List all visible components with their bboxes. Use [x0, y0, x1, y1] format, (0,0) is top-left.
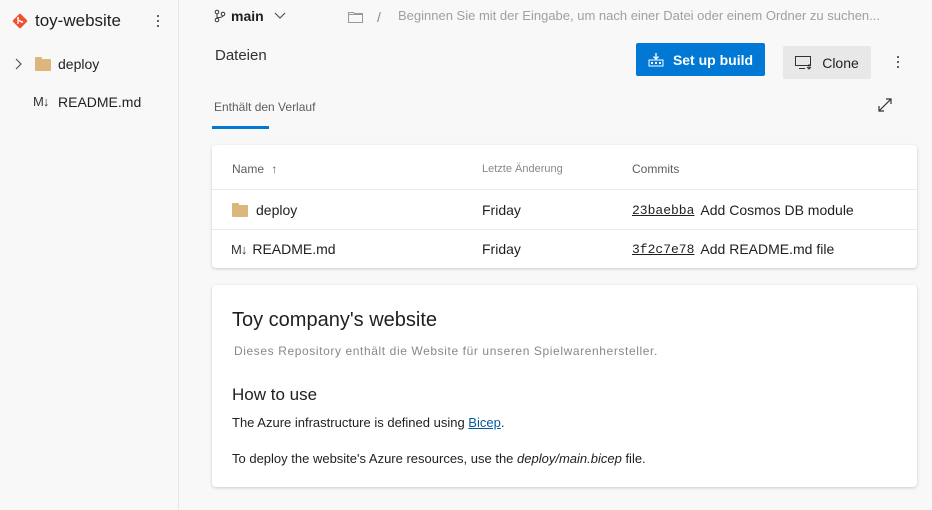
- more-actions-icon[interactable]: [888, 51, 908, 73]
- row-changed: Friday: [482, 241, 521, 257]
- git-repo-icon: [12, 13, 28, 29]
- readme-paragraph: The Azure infrastructure is defined usin…: [232, 415, 504, 430]
- branch-icon: [214, 9, 226, 23]
- file-search-input[interactable]: [398, 8, 918, 23]
- readme-description: Dieses Repository enthält die Website fü…: [234, 344, 658, 358]
- sidebar: toy-website deploy M↓ README.md: [0, 0, 179, 510]
- column-header-changed[interactable]: Letzte Änderung: [482, 163, 563, 175]
- topbar: main /: [180, 0, 932, 36]
- build-icon: [648, 52, 664, 66]
- commit-message: Add Cosmos DB module: [700, 202, 854, 218]
- text: file.: [621, 451, 646, 466]
- readme-heading: How to use: [232, 385, 318, 404]
- commit-hash-link[interactable]: 3f2c7e78: [632, 242, 694, 257]
- file-path-emphasis: deploy/main.bicep: [517, 451, 622, 466]
- sort-ascending-icon: ↑: [271, 162, 278, 176]
- tab-active-indicator: [212, 126, 269, 129]
- column-name-label: Name: [232, 162, 265, 176]
- setup-build-button[interactable]: Set up build: [636, 43, 765, 76]
- path-separator: /: [377, 9, 381, 25]
- markdown-icon: M↓: [33, 94, 49, 109]
- commit-message: Add README.md file: [700, 241, 835, 257]
- row-name: deploy: [256, 202, 298, 218]
- folder-icon: [35, 57, 51, 71]
- column-header-name[interactable]: Name ↑: [232, 162, 277, 176]
- files-table: Name ↑ Letzte Änderung Commits deploy Fr…: [212, 145, 917, 268]
- repo-more-icon[interactable]: [148, 10, 168, 32]
- tree-item-deploy[interactable]: deploy: [0, 51, 178, 77]
- chevron-right-icon[interactable]: [14, 58, 24, 70]
- repo-header[interactable]: toy-website: [12, 8, 172, 34]
- repo-name: toy-website: [35, 11, 121, 30]
- readme-preview: Toy company's website Dieses Repository …: [212, 285, 917, 487]
- text: .: [500, 415, 505, 430]
- row-changed: Friday: [482, 202, 521, 218]
- markdown-icon: M↓: [231, 241, 247, 257]
- tab-history[interactable]: Enthält den Verlauf: [214, 100, 315, 114]
- tree-item-label: deploy: [58, 56, 100, 72]
- folder-icon: [232, 203, 248, 217]
- branch-selector[interactable]: main: [214, 8, 291, 24]
- table-row[interactable]: M↓ README.md Friday 3f2c7e78 Add README.…: [212, 230, 917, 268]
- expand-icon[interactable]: [877, 97, 893, 113]
- clone-label: Clone: [822, 54, 859, 71]
- folder-outline-icon: [348, 12, 363, 23]
- table-row[interactable]: deploy Friday 23baebba Add Cosmos DB mod…: [212, 191, 917, 229]
- page-title: Dateien: [215, 47, 267, 64]
- chevron-down-icon: [274, 12, 286, 19]
- tree-item-label: README.md: [58, 94, 142, 110]
- setup-build-label: Set up build: [672, 51, 754, 68]
- branch-name: main: [231, 8, 264, 24]
- bicep-link[interactable]: Bicep: [468, 415, 501, 430]
- clone-button[interactable]: Clone: [783, 46, 871, 79]
- clone-monitor-icon: [795, 55, 812, 70]
- tree-item-readme[interactable]: M↓ README.md: [0, 89, 178, 115]
- divider: [212, 189, 917, 190]
- column-header-commits[interactable]: Commits: [632, 162, 679, 176]
- text: To deploy the website's Azure resources,…: [232, 451, 518, 466]
- row-name: README.md: [252, 241, 336, 257]
- readme-title: Toy company's website: [232, 309, 438, 331]
- commit-hash-link[interactable]: 23baebba: [632, 203, 694, 218]
- readme-paragraph: To deploy the website's Azure resources,…: [232, 451, 646, 466]
- text: The Azure infrastructure is defined usin…: [232, 415, 469, 430]
